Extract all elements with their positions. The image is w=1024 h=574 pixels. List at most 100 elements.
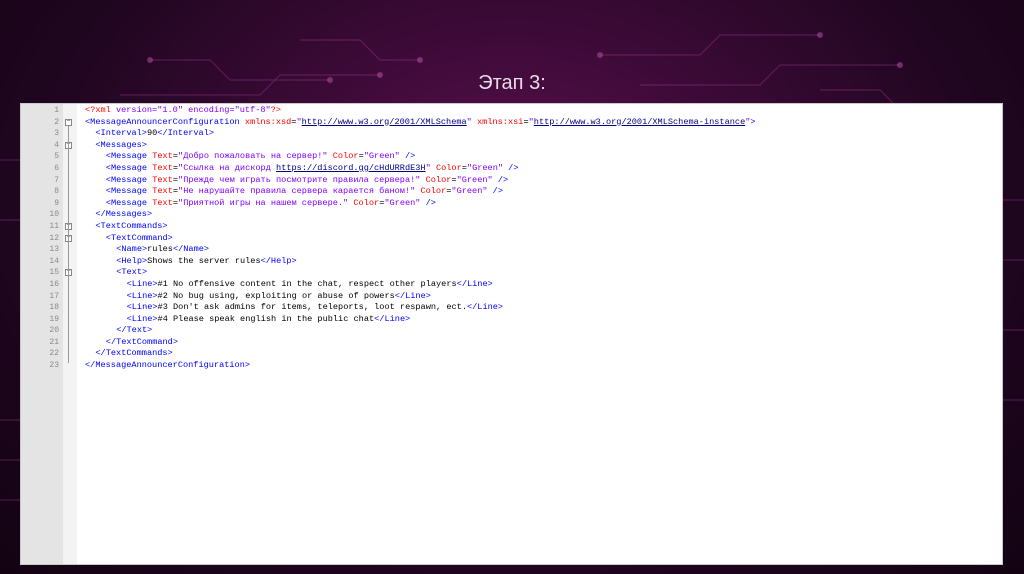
code-line[interactable]: 5 <Message Text="Добро пожаловать на серв… xyxy=(21,151,1002,163)
code-token: </Line> xyxy=(394,290,431,301)
code-line[interactable]: 9 <Message Text="Приятной игры на нашем с… xyxy=(21,198,1002,210)
code-line[interactable]: 14 <Help>Shows the server rules</Help> xyxy=(21,256,1002,268)
code-token: <Line> xyxy=(126,290,158,301)
code-line[interactable]: 11−<TextCommands> xyxy=(21,221,1002,233)
code-line[interactable]: 7 <Message Text="Прежде чем играть посмот… xyxy=(21,175,1002,187)
code-line[interactable]: 1 <?xml version="1.0" encoding="utf-8"?> xyxy=(21,105,1002,117)
code-token: </Name> xyxy=(172,244,210,255)
code-token: Text xyxy=(152,174,173,185)
line-number: 1 xyxy=(54,106,59,115)
code-token[interactable]: http://www.w3.org/2001/XMLSchema xyxy=(302,117,467,127)
code-token: /> xyxy=(399,151,416,162)
code-token: "Приятной игры на нашем сервере." xyxy=(178,197,349,208)
code-token: Text xyxy=(152,151,173,162)
code-text: <TextCommands> xyxy=(95,221,167,233)
code-text: <?xml version="1.0" encoding="utf-8"?> xyxy=(85,105,281,117)
line-number: 9 xyxy=(54,198,59,208)
line-number: 8 xyxy=(54,187,59,197)
code-token: </MessageAnnouncerConfiguration> xyxy=(85,360,251,371)
code-token: #2 No bug using, exploiting or abuse of … xyxy=(157,290,395,301)
line-number: 7 xyxy=(54,175,59,185)
line-number: 18 xyxy=(49,303,59,313)
code-token: Shows the server rules xyxy=(147,255,261,266)
code-token: #3 Don't ask admins for items, teleports… xyxy=(157,302,467,313)
code-token: /> xyxy=(503,162,519,173)
code-line[interactable]: 12−<TextCommand> xyxy=(21,233,1002,245)
code-token: Color xyxy=(332,151,359,162)
code-token: <Interval> xyxy=(95,128,147,139)
code-token: <Message xyxy=(105,174,153,185)
code-token: </Help> xyxy=(260,255,297,266)
code-token: <Message xyxy=(105,162,153,173)
code-token: Color xyxy=(435,162,462,173)
code-token: </TextCommands> xyxy=(95,348,173,359)
code-token: version="1.0" encoding="utf-8" xyxy=(115,105,271,115)
code-line[interactable]: 17 <Line>#2 No bug using, exploiting or a… xyxy=(21,291,1002,303)
code-area[interactable]: 1 <?xml version="1.0" encoding="utf-8"?> 2… xyxy=(21,104,1002,372)
code-token: </Interval> xyxy=(157,128,215,139)
code-line[interactable]: 8 <Message Text="Не нарушайте правила сер… xyxy=(21,186,1002,198)
code-token: "Прежде чем играть посмотрите правила се… xyxy=(178,174,421,185)
code-line[interactable]: 3 <Interval>90</Interval> xyxy=(21,128,1002,140)
code-token[interactable]: https://discord.gg/cHdURRdE3H xyxy=(276,163,426,173)
line-number: 15 xyxy=(49,268,59,278)
code-token: Text xyxy=(152,197,173,208)
code-token: /> xyxy=(420,197,436,208)
code-text: <Message Text="Не нарушайте правила серв… xyxy=(106,186,503,198)
line-number: 16 xyxy=(49,279,59,289)
code-token[interactable]: http://www.w3.org/2001/XMLSchema-instanc… xyxy=(534,117,745,127)
slide-title: Этап 3: xyxy=(478,72,546,94)
line-number: 10 xyxy=(49,210,59,220)
code-line[interactable]: 22 </TextCommands> xyxy=(21,348,1002,360)
code-token: <Line> xyxy=(126,278,158,289)
code-token: /> xyxy=(492,174,509,185)
code-text: <Line>#2 No bug using, exploiting or abu… xyxy=(127,291,431,303)
code-token: <Name> xyxy=(116,244,148,255)
code-token: "Green" xyxy=(451,186,488,197)
code-token: > xyxy=(750,116,756,127)
code-line[interactable]: 23 </MessageAnnouncerConfiguration> xyxy=(21,360,1002,372)
code-token: <MessageAnnouncerConfiguration xyxy=(85,116,245,127)
code-token: rules xyxy=(147,244,173,255)
code-token: /> xyxy=(487,186,503,197)
code-text: </MessageAnnouncerConfiguration> xyxy=(85,360,250,372)
code-editor[interactable]: 1 <?xml version="1.0" encoding="utf-8"?> 2… xyxy=(21,104,1002,564)
code-text: <TextCommand> xyxy=(106,233,173,245)
code-token: Text xyxy=(152,186,173,197)
code-token: <TextCommand> xyxy=(105,232,173,243)
code-line[interactable]: 15−<Text> xyxy=(21,267,1002,279)
line-number: 3 xyxy=(54,129,59,139)
code-token: <TextCommands> xyxy=(95,220,168,231)
code-token: </Line> xyxy=(466,302,504,313)
code-token: </TextCommand> xyxy=(105,336,178,347)
code-line[interactable]: 18 <Line>#3 Don't ask admins for items, t… xyxy=(21,302,1002,314)
code-line[interactable]: 13 <Name>rules</Name> xyxy=(21,244,1002,256)
code-text: <Message Text="Приятной игры на нашем се… xyxy=(106,198,436,210)
code-text: <Message Text="Ссылка на дискорд https:/… xyxy=(106,163,519,175)
code-line[interactable]: 19 <Line>#4 Please speak english in the p… xyxy=(21,314,1002,326)
code-line[interactable]: 2− <MessageAnnouncerConfiguration xmlns:x… xyxy=(21,117,1002,129)
code-line[interactable]: 4−<Messages> xyxy=(21,140,1002,152)
code-text: <Line>#4 Please speak english in the pub… xyxy=(127,314,411,326)
line-number: 2 xyxy=(54,117,59,127)
code-line[interactable]: 6 <Message Text="Ссылка на дискорд https:… xyxy=(21,163,1002,175)
code-token: <Message xyxy=(105,151,153,162)
line-number: 21 xyxy=(49,337,59,347)
line-number: 23 xyxy=(49,361,59,371)
code-text: <Line>#3 Don't ask admins for items, tel… xyxy=(127,302,504,314)
fold-toggle-icon[interactable]: − xyxy=(65,118,72,126)
code-line[interactable]: 10 </Messages> xyxy=(21,209,1002,221)
code-token: "Ссылка на дискорд xyxy=(178,162,277,173)
code-token: ?> xyxy=(270,105,281,115)
code-token: <Text> xyxy=(116,267,148,278)
code-token: Color xyxy=(420,186,447,197)
code-token: <Message xyxy=(105,197,153,208)
code-text: <Help>Shows the server rules</Help> xyxy=(116,256,297,268)
code-line[interactable]: 16 <Line>#1 No offensive content in the c… xyxy=(21,279,1002,291)
line-number: 12 xyxy=(49,233,59,243)
code-line[interactable]: 20 </Text> xyxy=(21,325,1002,337)
line-number: 17 xyxy=(49,291,59,301)
code-line[interactable]: 21 </TextCommand> xyxy=(21,337,1002,349)
code-text: </TextCommands> xyxy=(95,348,172,360)
code-token: Color xyxy=(425,174,452,185)
